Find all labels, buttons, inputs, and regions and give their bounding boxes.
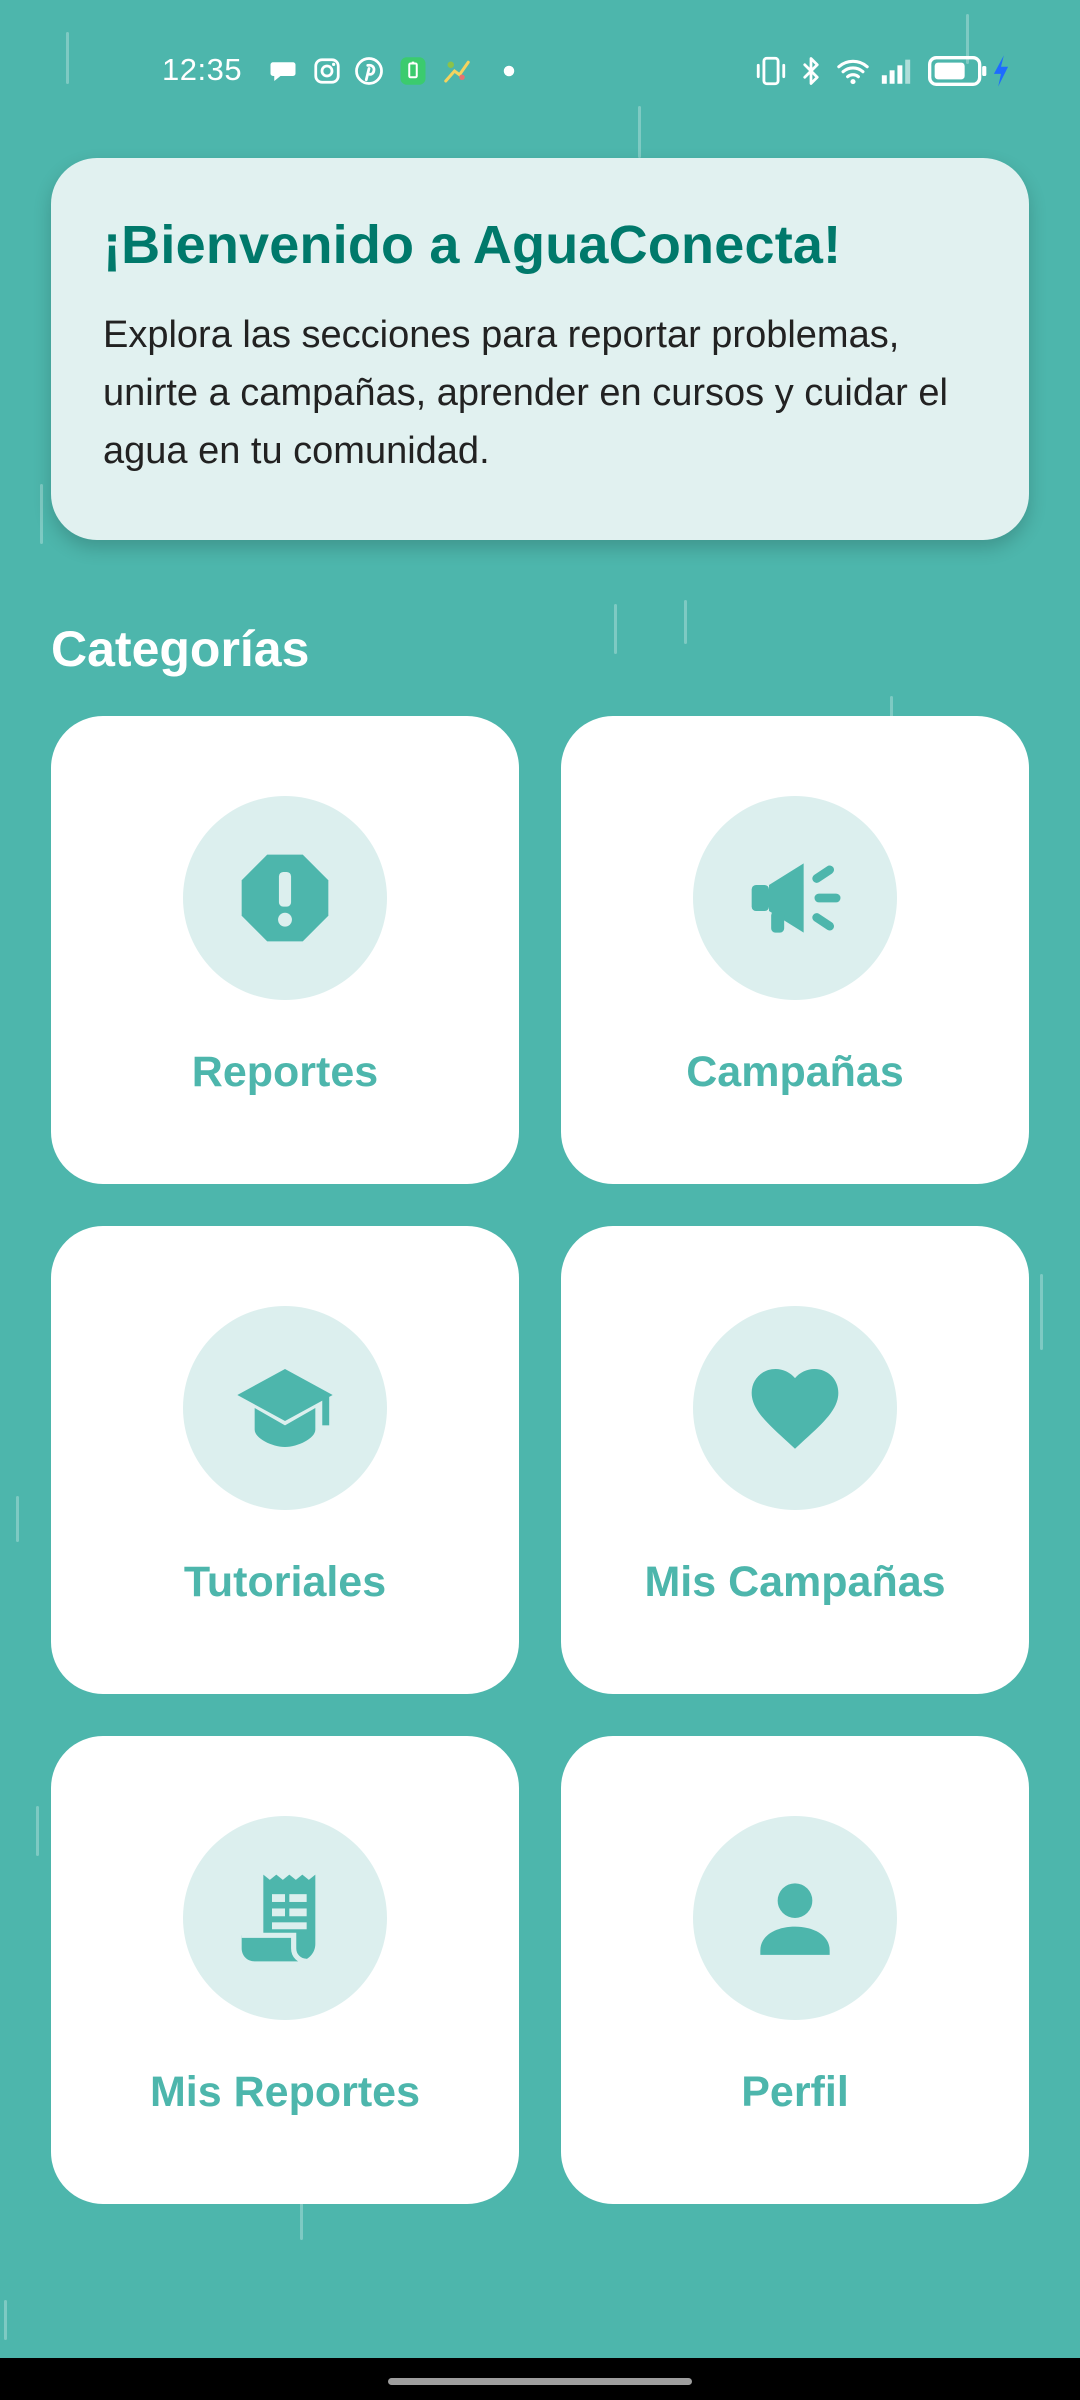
rain-streak [40,484,43,544]
battery-app-icon [400,57,426,85]
report-alert-icon [241,854,329,942]
category-tile-perfil[interactable]: Perfil [561,1736,1029,2204]
icon-circle [693,1306,897,1510]
rain-streak [614,604,617,654]
home-gesture-handle[interactable] [388,2378,692,2385]
bluetooth-icon [803,57,819,85]
person-icon [760,1883,830,1955]
tile-label: Perfil [741,2068,849,2116]
navigation-bar [0,2358,1080,2400]
megaphone-icon [751,863,841,933]
rain-streak [300,2200,303,2240]
welcome-title: ¡Bienvenido a AguaConecta! [103,215,842,275]
tile-label: Mis Reportes [149,2068,420,2116]
status-bar: 12:35 [0,0,1080,144]
tile-label: Mis Campañas [644,1558,946,1606]
game-app-icon [444,60,470,83]
icon-circle [183,1306,387,1510]
heart-icon [751,1369,839,1449]
pinterest-icon [355,57,383,85]
tile-label: Campañas [686,1048,904,1096]
icon-circle [183,1816,387,2020]
icon-circle [183,796,387,1000]
categories-heading: Categorías [51,621,310,677]
rain-streak [1040,1274,1043,1350]
category-tile-mis-campanas[interactable]: Mis Campañas [561,1226,1029,1694]
wifi-icon [837,59,869,85]
battery-icon [928,56,987,86]
category-tile-tutoriales[interactable]: Tutoriales [51,1226,519,1694]
rain-streak [36,1806,39,1856]
tile-label: Reportes [191,1048,379,1096]
rain-streak [4,2300,7,2340]
graduation-cap-icon [237,1369,333,1447]
icon-circle [693,796,897,1000]
status-time: 12:35 [162,52,243,87]
welcome-card: ¡Bienvenido a AguaConecta! Explora las s… [51,158,1029,540]
rain-streak [16,1496,19,1542]
category-tile-campanas[interactable]: Campañas [561,716,1029,1184]
dot-icon [503,65,515,77]
tile-label: Tutoriales [183,1558,387,1606]
icon-circle [693,1816,897,2020]
rain-streak [684,600,687,644]
welcome-description: Explora las secciones para reportar prob… [103,314,948,472]
category-tile-reportes[interactable]: Reportes [51,716,519,1184]
instagram-icon [314,58,340,84]
receipt-icon [241,1874,316,1964]
charging-icon [993,55,1009,87]
chat-bubble-icon [270,62,296,81]
signal-icon [881,59,911,84]
category-tile-mis-reportes[interactable]: Mis Reportes [51,1736,519,2204]
vibrate-icon [756,56,786,86]
rain-streak [890,696,893,718]
